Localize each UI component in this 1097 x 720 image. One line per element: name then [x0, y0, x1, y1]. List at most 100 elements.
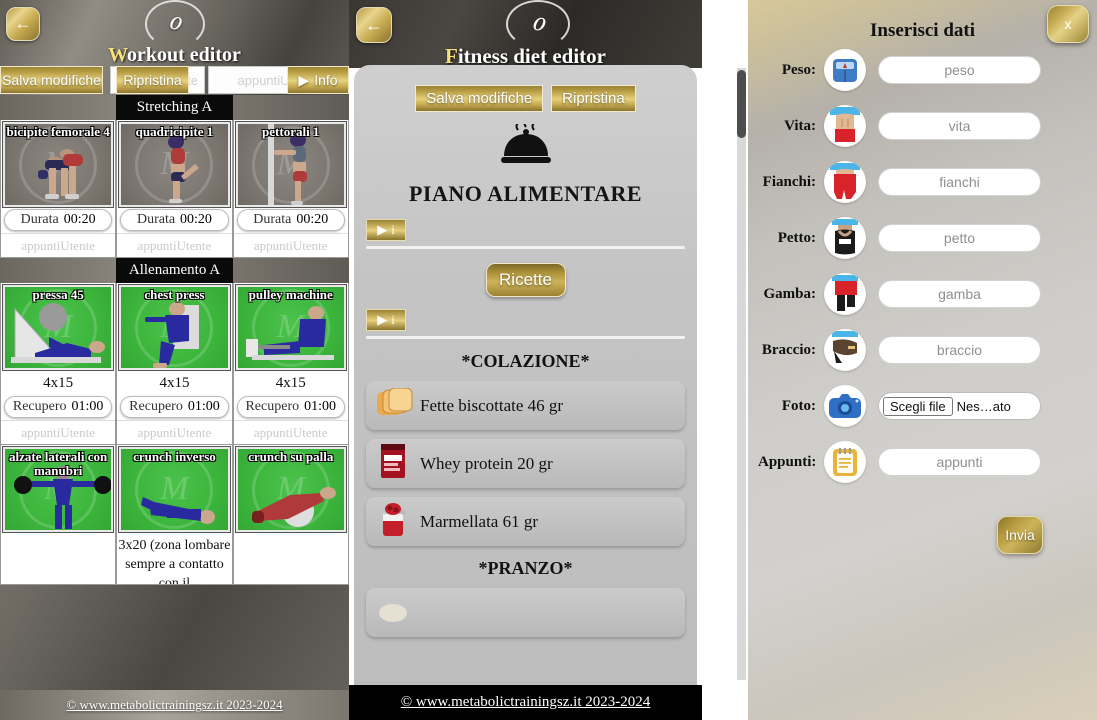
- info-button-bottom[interactable]: ▶ i: [366, 309, 406, 331]
- recovery-label: Recupero: [12, 399, 67, 414]
- duration-pill[interactable]: Durata 00:20: [4, 209, 113, 231]
- gamba-input[interactable]: gamba: [878, 280, 1041, 308]
- back-button[interactable]: ←: [356, 7, 392, 43]
- choose-file-button[interactable]: Scegli file: [883, 396, 953, 416]
- exercise-thumbnail[interactable]: alzate laterali con manubri: [1, 446, 115, 533]
- dish-cover-icon: [354, 119, 697, 171]
- file-picker[interactable]: Scegli file Nes…ato: [878, 392, 1041, 420]
- recovery-value: 01:00: [187, 399, 220, 414]
- exercise-reps[interactable]: 4x15: [1, 372, 116, 394]
- exercise-card[interactable]: crunch inverso 3x20 (zona lombare sempre…: [116, 445, 233, 585]
- play-icon: ▶: [298, 71, 310, 88]
- exercise-note[interactable]: [1, 534, 116, 584]
- field-label: Vita:: [784, 117, 816, 134]
- exercise-card[interactable]: pressa 45 4x15 Recupero 01:00 appuntiUte…: [0, 283, 117, 445]
- recovery-value: 01:00: [304, 399, 337, 414]
- exercise-reps[interactable]: 4x15: [117, 372, 232, 394]
- food-item[interactable]: [366, 588, 685, 637]
- info-icon: i: [391, 222, 395, 237]
- exercise-name: quadricipite 1: [135, 124, 214, 139]
- hips-icon: [824, 161, 866, 203]
- exercise-note-input[interactable]: appuntiUtente: [1, 420, 116, 444]
- scrollbar-thumb[interactable]: [737, 70, 746, 138]
- footer-link[interactable]: © www.metabolictrainingsz.it 2023-2024: [66, 697, 282, 713]
- exercise-reps[interactable]: 4x15: [233, 372, 348, 394]
- save-changes-button[interactable]: Salva modifiche: [415, 85, 544, 112]
- restore-button[interactable]: Ripristina: [116, 66, 189, 94]
- exercise-note[interactable]: 3x20 (zona lombare sempre a contatto con…: [117, 534, 232, 584]
- food-item[interactable]: Fette biscottate 46 gr: [366, 381, 685, 430]
- exercise-note-input[interactable]: appuntiUtente: [1, 233, 116, 257]
- footer-link[interactable]: © www.metabolictrainingsz.it 2023-2024: [401, 694, 651, 711]
- duration-pill[interactable]: Durata 00:20: [236, 209, 345, 231]
- info-button[interactable]: ▶ Info: [287, 66, 349, 94]
- duration-pill[interactable]: Durata 00:20: [120, 209, 229, 231]
- section-header-allenamento: Allenamento A: [0, 258, 349, 283]
- exercise-card[interactable]: chest press 4x15 Recupero 01:00 appuntiU…: [116, 283, 233, 445]
- exercise-thumbnail[interactable]: quadricipite 1: [118, 121, 231, 208]
- food-item[interactable]: Marmellata 61 gr: [366, 497, 685, 546]
- exercise-thumbnail[interactable]: pulley machine: [234, 284, 347, 371]
- exercise-note-input[interactable]: appuntiUtente: [233, 233, 348, 257]
- vita-input[interactable]: vita: [878, 112, 1041, 140]
- field-label: Petto:: [777, 229, 816, 246]
- exercise-card[interactable]: crunch su palla: [232, 445, 349, 585]
- field-label: Peso:: [781, 61, 816, 78]
- restore-button[interactable]: Ripristina: [551, 85, 636, 112]
- recovery-pill[interactable]: Recupero 01:00: [236, 396, 345, 418]
- exercise-note[interactable]: [233, 534, 348, 584]
- arm-icon: [824, 329, 866, 371]
- exercise-thumbnail[interactable]: pressa 45: [1, 284, 115, 371]
- field-row-fianchi: Fianchi: fianchi: [748, 154, 1097, 210]
- exercise-note-input[interactable]: appuntiUtente: [117, 420, 232, 444]
- food-icon: [366, 597, 420, 628]
- scrollbar-track[interactable]: [737, 68, 746, 680]
- submit-button[interactable]: Invia: [997, 516, 1043, 554]
- food-label: Fette biscottate 46 gr: [420, 395, 564, 415]
- back-button[interactable]: ←: [6, 7, 40, 41]
- exercise-name: pulley machine: [248, 287, 333, 302]
- recipes-row: Ricette: [354, 263, 697, 297]
- recovery-pill[interactable]: Recupero 01:00: [120, 396, 229, 418]
- field-row-vita: Vita: vita: [748, 98, 1097, 154]
- fianchi-input[interactable]: fianchi: [878, 168, 1041, 196]
- exercise-card[interactable]: quadricipite 1 Durata 00:20 appuntiUtent…: [116, 120, 233, 258]
- exercise-card[interactable]: bicipite femorale 4 Durata 00:20 appunti…: [0, 120, 117, 258]
- recovery-label: Recupero: [245, 399, 300, 414]
- recovery-pill[interactable]: Recupero 01:00: [4, 396, 113, 418]
- section-header-stretching: Stretching A: [0, 95, 349, 120]
- field-label: Foto:: [781, 397, 816, 414]
- field-label: Gamba:: [763, 285, 817, 302]
- exercise-card[interactable]: pettorali 1 Durata 00:20 appuntiUtente: [232, 120, 349, 258]
- food-item[interactable]: Whey protein 20 gr: [366, 439, 685, 488]
- leg-icon: [824, 273, 866, 315]
- exercise-note-input[interactable]: appuntiUtente: [117, 233, 232, 257]
- recipes-button[interactable]: Ricette: [485, 263, 566, 297]
- meal-title-lunch: *PRANZO*: [478, 558, 573, 578]
- app-screenshot: ← ℴ Workout editor appuntiUtente appunti…: [0, 0, 1097, 720]
- exercise-thumbnail[interactable]: chest press: [118, 284, 231, 371]
- info-button-top[interactable]: ▶ i: [366, 219, 406, 241]
- exercise-thumbnail[interactable]: crunch inverso: [118, 446, 231, 533]
- save-changes-button[interactable]: Salva modifiche: [0, 66, 103, 94]
- exercise-note-input[interactable]: appuntiUtente: [233, 420, 348, 444]
- exercise-row-stretching: bicipite femorale 4 Durata 00:20 appunti…: [0, 120, 349, 258]
- back-arrow-icon: ←: [365, 14, 383, 35]
- petto-input[interactable]: petto: [878, 224, 1041, 252]
- field-row-gamba: Gamba: gamba: [748, 266, 1097, 322]
- divider: [366, 336, 685, 339]
- play-icon: ▶: [377, 312, 388, 327]
- exercise-card[interactable]: pulley machine 4x15 Recupero 01:00 appun…: [232, 283, 349, 445]
- exercise-name: crunch inverso: [133, 449, 216, 464]
- exercise-card[interactable]: alzate laterali con manubri: [0, 445, 117, 585]
- exercise-thumbnail[interactable]: bicipite femorale 4: [1, 121, 115, 208]
- exercise-name: alzate laterali con manubri: [9, 449, 108, 478]
- close-button[interactable]: x: [1047, 5, 1089, 43]
- braccio-input[interactable]: braccio: [878, 336, 1041, 364]
- peso-input[interactable]: peso: [878, 56, 1041, 84]
- appunti-input[interactable]: appunti: [878, 448, 1041, 476]
- exercise-thumbnail[interactable]: pettorali 1: [234, 121, 347, 208]
- exercise-thumbnail[interactable]: crunch su palla: [234, 446, 347, 533]
- field-row-foto: Foto: Scegli file Nes…ato: [748, 378, 1097, 434]
- section-title: Allenamento A: [116, 258, 233, 283]
